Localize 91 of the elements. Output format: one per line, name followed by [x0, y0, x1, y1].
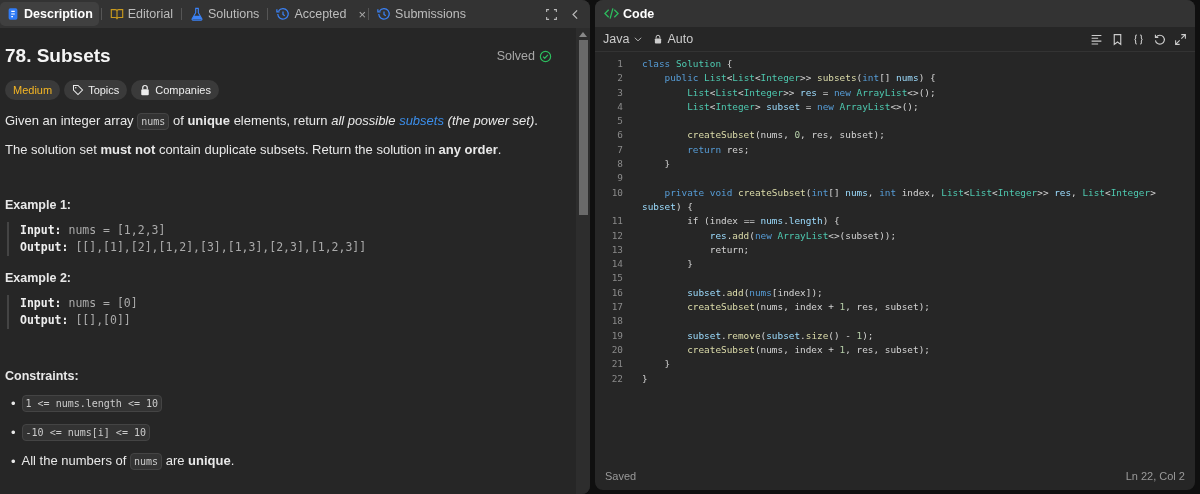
bullet: •: [11, 452, 16, 471]
line-number: 7: [616, 142, 623, 157]
line-number: 17: [610, 300, 623, 315]
reset-icon[interactable]: [1153, 32, 1166, 46]
description-paragraph: The solution set must not contain duplicate subsets. Return the solution in any order.: [5, 141, 503, 159]
line-number: 19: [610, 328, 623, 343]
code-line: return;: [708, 242, 751, 257]
example-line: Output: [[],[1],[2],[1,2],[3],[1,3],[2,3],[1,2,3]]: [20, 239, 368, 257]
example-heading: Example 2:: [5, 271, 72, 286]
line-number: 15: [610, 271, 623, 286]
panel-tab[interactable]: Description: [0, 2, 99, 26]
code-line: }: [686, 257, 694, 272]
panel-title: Code: [623, 6, 655, 21]
expand-icon[interactable]: [1174, 32, 1187, 46]
line-number: 21: [610, 357, 623, 372]
line-number: 16: [610, 285, 623, 300]
code-line: List<Integer> subset = new ArrayList<>();: [686, 99, 920, 114]
check-circle-icon: [539, 49, 552, 63]
code-line: if (index == nums.length) {: [686, 214, 841, 229]
mode-label[interactable]: Auto: [667, 32, 694, 46]
code-line: return res;: [686, 142, 751, 157]
tag-chip[interactable]: Companies: [131, 80, 219, 100]
line-number: 4: [616, 99, 623, 114]
code-line: subset.add(nums[index]);: [686, 285, 824, 300]
panel-tab[interactable]: Accepted: [270, 2, 353, 26]
code-icon: [604, 6, 619, 21]
panel-tab[interactable]: Submissions: [371, 2, 472, 26]
code-line: class Solution {: [642, 57, 734, 71]
line-number: 14: [610, 257, 623, 272]
close-tab-button[interactable]: ×: [358, 6, 367, 22]
description-paragraph: Given an integer array nums of unique elements, return all possible subsets (the power set).: [5, 112, 568, 131]
language-dropdown[interactable]: Java: [603, 32, 644, 46]
constraint-item: -10 <= nums[i] <= 10: [21, 422, 150, 444]
tag-icon: [72, 84, 85, 96]
subsets-link[interactable]: subsets: [399, 113, 444, 128]
difficulty-badge: Medium: [5, 80, 61, 100]
example-line: Output: [[],[0]]: [20, 312, 132, 330]
solved-status: Solved: [496, 49, 535, 63]
book-icon: [109, 7, 124, 21]
scrollbar[interactable]: [576, 28, 590, 494]
line-number: 20: [610, 342, 623, 357]
braces-icon[interactable]: [1132, 32, 1145, 46]
code-line: }: [642, 371, 649, 386]
constraint-item: All the numbers of nums are unique.: [21, 452, 235, 473]
chevron-down-icon: [633, 34, 644, 44]
line-number: 11: [610, 214, 623, 229]
fullscreen-icon[interactable]: [544, 7, 558, 21]
constraint-item: 1 <= nums.length <= 10: [21, 393, 162, 415]
example-line: Input: nums = [0]: [20, 295, 139, 313]
scrollbar-thumb[interactable]: [578, 40, 588, 215]
cursor-position: Ln 22, Col 2: [1125, 470, 1185, 482]
history-icon: [377, 7, 392, 21]
history-icon: [276, 7, 291, 21]
line-number: 9: [616, 171, 623, 186]
panel-tab[interactable]: Editorial: [103, 2, 179, 26]
code-line: createSubset(nums, index + 1, res, subset);: [686, 300, 931, 315]
scroll-up-icon[interactable]: [579, 32, 587, 37]
constraints-heading: Constraints:: [5, 369, 80, 384]
problem-title: 78. Subsets: [5, 45, 111, 67]
flask-icon: [189, 7, 204, 21]
code-line: res.add(new ArrayList<>(subset));: [708, 228, 898, 243]
bullet: •: [11, 394, 16, 413]
save-status: Saved: [605, 470, 637, 482]
code-line: }: [663, 157, 672, 172]
code-line: public List<List<Integer>> subsets(int[] nums) {: [663, 71, 937, 86]
tag-chip[interactable]: Topics: [64, 80, 128, 100]
line-number: 13: [610, 242, 623, 257]
line-number: 1: [616, 57, 623, 71]
bookmark-icon[interactable]: [1111, 32, 1124, 46]
bullet: •: [11, 423, 16, 442]
line-number: 6: [616, 128, 623, 143]
line-number: 10: [610, 185, 623, 200]
code-line: }: [663, 357, 672, 372]
example-heading: Example 1:: [5, 198, 72, 213]
lock-icon: [653, 34, 664, 44]
code-line: subset.remove(subset.size() - 1);: [686, 328, 875, 343]
line-number: 5: [616, 114, 623, 129]
code-line: createSubset(nums, 0, res, subset);: [686, 128, 886, 143]
line-number: 8: [616, 157, 623, 172]
line-number: 2: [616, 71, 623, 86]
line-number: 12: [610, 228, 623, 243]
line-number: 18: [610, 314, 623, 329]
lock-icon: [139, 84, 152, 96]
code-line: List<List<Integer>> res = new ArrayList<>();: [686, 85, 937, 100]
example-line: Input: nums = [1,2,3]: [20, 222, 167, 240]
line-number: 22: [610, 371, 623, 386]
panel-tab[interactable]: Solutions: [183, 2, 266, 26]
line-number: 3: [616, 85, 623, 100]
format-icon[interactable]: [1090, 32, 1103, 46]
code-line: createSubset(nums, index + 1, res, subset);: [686, 342, 931, 357]
document-icon: [6, 7, 20, 21]
